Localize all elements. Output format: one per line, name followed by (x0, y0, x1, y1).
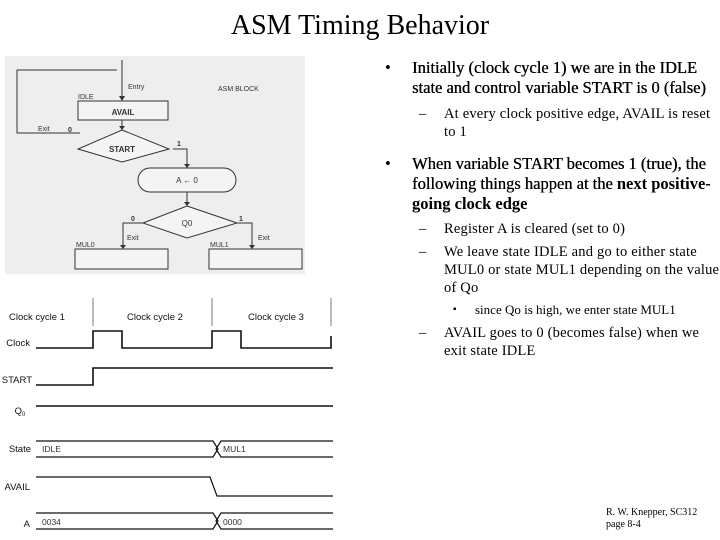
entry-label: Entry (128, 84, 145, 91)
cycle-label: Clock cycle 3 (248, 312, 304, 323)
clock-waveform (36, 330, 332, 349)
idle-state-output: AVAIL (112, 108, 135, 117)
signal-label-avail: AVAIL (4, 482, 30, 493)
sub-bullet-text: At every clock positive edge, AVAIL is r… (444, 106, 711, 140)
signal-label-a: A (24, 519, 31, 530)
asm-flowchart: Entry ASM BLOCK IDLE AVAIL Exit 0 START … (5, 56, 305, 274)
footer-page-number: page 8-4 (606, 519, 641, 530)
mul1-state-name: MUL1 (210, 242, 229, 249)
q0-true-label: 1 (239, 216, 243, 223)
footer-author: R. W. Knepper, SC312 (606, 507, 698, 518)
sub-bullet-item: – At every clock positive edge, AVAIL is… (385, 105, 720, 141)
mul1-state-box (208, 248, 303, 270)
conditional-output-label: A ← 0 (176, 176, 198, 185)
mul0-state-name: MUL0 (76, 242, 95, 249)
dash-marker: – (419, 106, 427, 122)
sub-sub-bullet-item: ▪ since Qo is high, we enter state MUL1 (385, 302, 720, 318)
state-value-mul1: MUL1 (223, 444, 246, 454)
slide-footer: R. W. Knepper, SC312 page 8-4 (606, 507, 697, 531)
timing-diagram: Clock cycle 1 Clock cycle 2 Clock cycle … (2, 298, 333, 530)
signal-label-state: State (9, 444, 31, 455)
cycle-label: Clock cycle 1 (9, 312, 65, 323)
dash-marker: – (419, 325, 427, 341)
idle-state-name: IDLE (78, 94, 94, 101)
q0-false-label: 0 (131, 216, 135, 223)
dash-marker: – (419, 244, 427, 260)
sub-bullet-text: Register A is cleared (set to 0) (444, 221, 626, 237)
mul0-state-box (74, 248, 169, 270)
a-value-old: 0034 (42, 517, 61, 527)
bullet-marker: • (385, 58, 391, 77)
q0-exit-left-label: Exit (127, 235, 139, 242)
square-marker: ▪ (453, 304, 457, 315)
q0-exit-right-label: Exit (258, 235, 270, 242)
bullet-item: • Initially (clock cycle 1) we are in th… (385, 58, 720, 98)
slide-title: ASM Timing Behavior (230, 10, 490, 41)
bullet-item: • When variable START becomes 1 (true), … (385, 154, 720, 214)
state-value-idle: IDLE (42, 444, 61, 454)
dash-marker: – (419, 221, 427, 237)
bullet-list: • Initially (clock cycle 1) we are in th… (385, 58, 720, 360)
cycle-label: Clock cycle 2 (127, 312, 183, 323)
sub-bullet-item: – We leave state IDLE and go to either s… (385, 243, 720, 297)
start-decision-label: START (109, 145, 135, 154)
start-waveform (36, 367, 333, 386)
q0-decision-label: Q0 (182, 219, 193, 228)
start-exit-label: Exit (38, 126, 50, 133)
a-bus-waveform-old (36, 512, 219, 530)
a-value-new: 0000 (223, 517, 242, 527)
signal-label-start: START (2, 375, 32, 386)
state-bus-waveform-idle (36, 440, 219, 458)
signal-label-clock: Clock (6, 338, 30, 349)
sub-bullet-text: We leave state IDLE and go to either sta… (444, 244, 720, 296)
sub-bullet-item: – Register A is cleared (set to 0) (385, 220, 720, 238)
avail-waveform (36, 476, 333, 497)
sub-bullet-item: – AVAIL goes to 0 (becomes false) when w… (385, 324, 720, 360)
signal-label-q0: Q0 (15, 406, 26, 418)
bullet-text: Initially (clock cycle 1) we are in the … (412, 58, 706, 97)
asm-block-label: ASM BLOCK (218, 86, 259, 93)
start-true-label: 1 (177, 141, 181, 148)
bullet-marker: • (385, 154, 391, 173)
start-false-label: 0 (68, 127, 72, 134)
sub-bullet-text: AVAIL goes to 0 (becomes false) when we … (444, 325, 700, 359)
sub-sub-bullet-text: since Qo is high, we enter state MUL1 (475, 302, 676, 317)
